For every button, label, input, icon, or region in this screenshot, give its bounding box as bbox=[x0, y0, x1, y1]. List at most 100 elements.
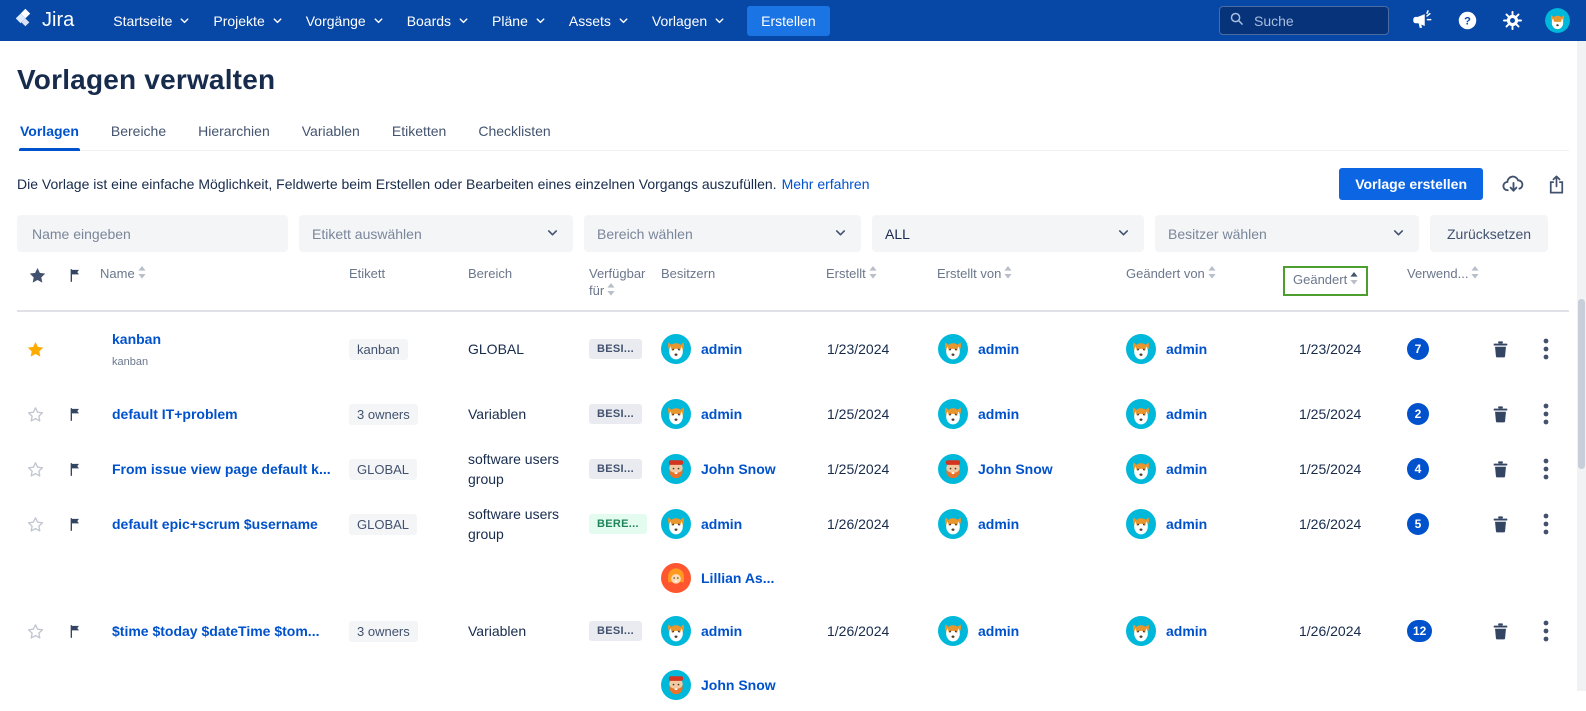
kebab-menu-icon[interactable] bbox=[1531, 616, 1561, 646]
bereich-cell: GLOBAL bbox=[468, 341, 525, 358]
flag-icon[interactable] bbox=[60, 604, 98, 659]
trash-icon[interactable] bbox=[1485, 399, 1515, 429]
column-header-name[interactable]: Name bbox=[98, 266, 343, 283]
star-outline-icon[interactable] bbox=[17, 387, 60, 442]
user-link[interactable]: admin bbox=[1166, 461, 1207, 477]
type-filter-select[interactable]: ALL bbox=[872, 215, 1144, 252]
template-name-cell: $time $today $dateTime $tom... bbox=[98, 604, 343, 659]
template-name-link[interactable]: default epic+scrum $username bbox=[112, 516, 318, 532]
user-link[interactable]: admin bbox=[978, 516, 1019, 532]
column-header-verwendung[interactable]: Verwend... bbox=[1403, 266, 1485, 283]
column-header-erstellt-von[interactable]: Erstellt von bbox=[929, 266, 1119, 283]
reset-filters-button[interactable]: Zurücksetzen bbox=[1430, 215, 1549, 252]
kebab-menu-icon[interactable] bbox=[1531, 509, 1561, 539]
tab-hierarchien[interactable]: Hierarchien bbox=[197, 117, 271, 150]
nav-item-projekte[interactable]: Projekte bbox=[202, 7, 294, 35]
template-name-link[interactable]: kanban bbox=[112, 331, 161, 347]
modified-by-cell: admin bbox=[1119, 442, 1283, 497]
trash-icon[interactable] bbox=[1485, 334, 1515, 364]
star-filled-icon[interactable] bbox=[17, 312, 60, 387]
scrollbar-thumb[interactable] bbox=[1578, 299, 1585, 469]
created-date: 1/26/2024 bbox=[827, 623, 890, 640]
kebab-menu-icon[interactable] bbox=[1531, 399, 1561, 429]
user-link[interactable]: John Snow bbox=[701, 677, 776, 693]
user-link[interactable]: Lillian As... bbox=[701, 570, 774, 586]
nav-item-vorlagen[interactable]: Vorlagen bbox=[641, 7, 737, 35]
scope-filter-select[interactable]: Bereich wählen bbox=[584, 215, 861, 252]
column-header-geaendert[interactable]: Geändert bbox=[1283, 266, 1403, 296]
create-button[interactable]: Erstellen bbox=[747, 5, 830, 36]
created-by-cell: admin bbox=[929, 604, 1119, 659]
import-cloud-icon[interactable] bbox=[1500, 171, 1526, 197]
nav-item-boards[interactable]: Boards bbox=[396, 7, 481, 35]
name-filter-input[interactable] bbox=[30, 224, 275, 243]
chevron-down-icon bbox=[1391, 225, 1406, 243]
user-link[interactable]: admin bbox=[978, 341, 1019, 357]
user-link[interactable]: admin bbox=[701, 516, 742, 532]
table-row: $time $today $dateTime $tom... 3 owners Va… bbox=[17, 604, 1569, 711]
label-pill: 3 owners bbox=[349, 620, 418, 642]
user-link[interactable]: admin bbox=[701, 406, 742, 422]
settings-gear-icon[interactable] bbox=[1500, 9, 1524, 33]
star-outline-icon[interactable] bbox=[17, 442, 60, 497]
user-link[interactable]: admin bbox=[701, 623, 742, 639]
created-by-cell: John Snow bbox=[929, 442, 1119, 497]
tab-variablen[interactable]: Variablen bbox=[301, 117, 361, 150]
column-header-erstellt[interactable]: Erstellt bbox=[821, 266, 929, 283]
trash-icon[interactable] bbox=[1485, 509, 1515, 539]
nav-item-assets[interactable]: Assets bbox=[558, 7, 641, 35]
export-icon[interactable] bbox=[1543, 171, 1569, 197]
search-input[interactable] bbox=[1252, 11, 1372, 30]
user-link[interactable]: admin bbox=[978, 406, 1019, 422]
usage-count-badge: 12 bbox=[1407, 620, 1433, 643]
owner-filter-select[interactable]: Besitzer wählen bbox=[1155, 215, 1419, 252]
user-link[interactable]: admin bbox=[1166, 341, 1207, 357]
user-link[interactable]: John Snow bbox=[978, 461, 1053, 477]
kebab-menu-icon[interactable] bbox=[1531, 334, 1561, 364]
user-link[interactable]: admin bbox=[978, 623, 1019, 639]
label-filter-select[interactable]: Etikett auswählen bbox=[299, 215, 573, 252]
flag-icon[interactable] bbox=[60, 387, 98, 442]
template-name-link[interactable]: $time $today $dateTime $tom... bbox=[112, 623, 319, 639]
avatar-man bbox=[661, 669, 691, 700]
user-avatar[interactable] bbox=[1545, 8, 1570, 33]
star-outline-icon[interactable] bbox=[17, 604, 60, 659]
kebab-menu-icon[interactable] bbox=[1531, 454, 1561, 484]
owners-cell: admin Lillian As... bbox=[651, 497, 821, 604]
trash-icon[interactable] bbox=[1485, 616, 1515, 646]
user-link[interactable]: admin bbox=[701, 341, 742, 357]
create-template-button[interactable]: Vorlage erstellen bbox=[1339, 168, 1483, 200]
user-link[interactable]: admin bbox=[1166, 623, 1207, 639]
announcements-icon[interactable] bbox=[1410, 9, 1434, 33]
flag-icon[interactable] bbox=[60, 442, 98, 497]
tab-bereiche[interactable]: Bereiche bbox=[110, 117, 167, 150]
user-link[interactable]: John Snow bbox=[701, 461, 776, 477]
tab-checklisten[interactable]: Checklisten bbox=[477, 117, 551, 150]
owners-cell: admin bbox=[651, 387, 821, 442]
column-header-etikett: Etikett bbox=[343, 266, 463, 283]
star-column-header-icon bbox=[17, 266, 60, 290]
user-link[interactable]: admin bbox=[1166, 406, 1207, 422]
template-name-link[interactable]: From issue view page default k... bbox=[112, 461, 331, 477]
bereich-cell: software users group bbox=[468, 505, 560, 543]
modified-by-cell: admin bbox=[1119, 387, 1283, 442]
tab-vorlagen[interactable]: Vorlagen bbox=[19, 117, 80, 151]
owner-entry: admin bbox=[651, 604, 821, 659]
nav-item-startseite[interactable]: Startseite bbox=[102, 7, 202, 35]
name-filter[interactable] bbox=[17, 215, 288, 252]
column-header-geaendert-von[interactable]: Geändert von bbox=[1119, 266, 1283, 283]
trash-icon[interactable] bbox=[1485, 454, 1515, 484]
learn-more-link[interactable]: Mehr erfahren bbox=[782, 176, 870, 192]
nav-item-vorg-nge[interactable]: Vorgänge bbox=[295, 7, 396, 35]
star-outline-icon[interactable] bbox=[17, 497, 60, 552]
flag-icon[interactable] bbox=[60, 497, 98, 552]
nav-item-pl-ne[interactable]: Pläne bbox=[481, 7, 558, 35]
jira-logo[interactable]: Jira bbox=[14, 7, 74, 34]
tab-etiketten[interactable]: Etiketten bbox=[391, 117, 447, 150]
help-icon[interactable]: ? bbox=[1455, 9, 1479, 33]
filter-bar: Etikett auswählen Bereich wählen ALL Bes… bbox=[17, 215, 1569, 252]
template-name-link[interactable]: default IT+problem bbox=[112, 406, 238, 422]
column-header-verfuegbar-fuer[interactable]: Verfügbar für bbox=[583, 266, 651, 300]
global-search[interactable] bbox=[1219, 6, 1389, 35]
user-link[interactable]: admin bbox=[1166, 516, 1207, 532]
